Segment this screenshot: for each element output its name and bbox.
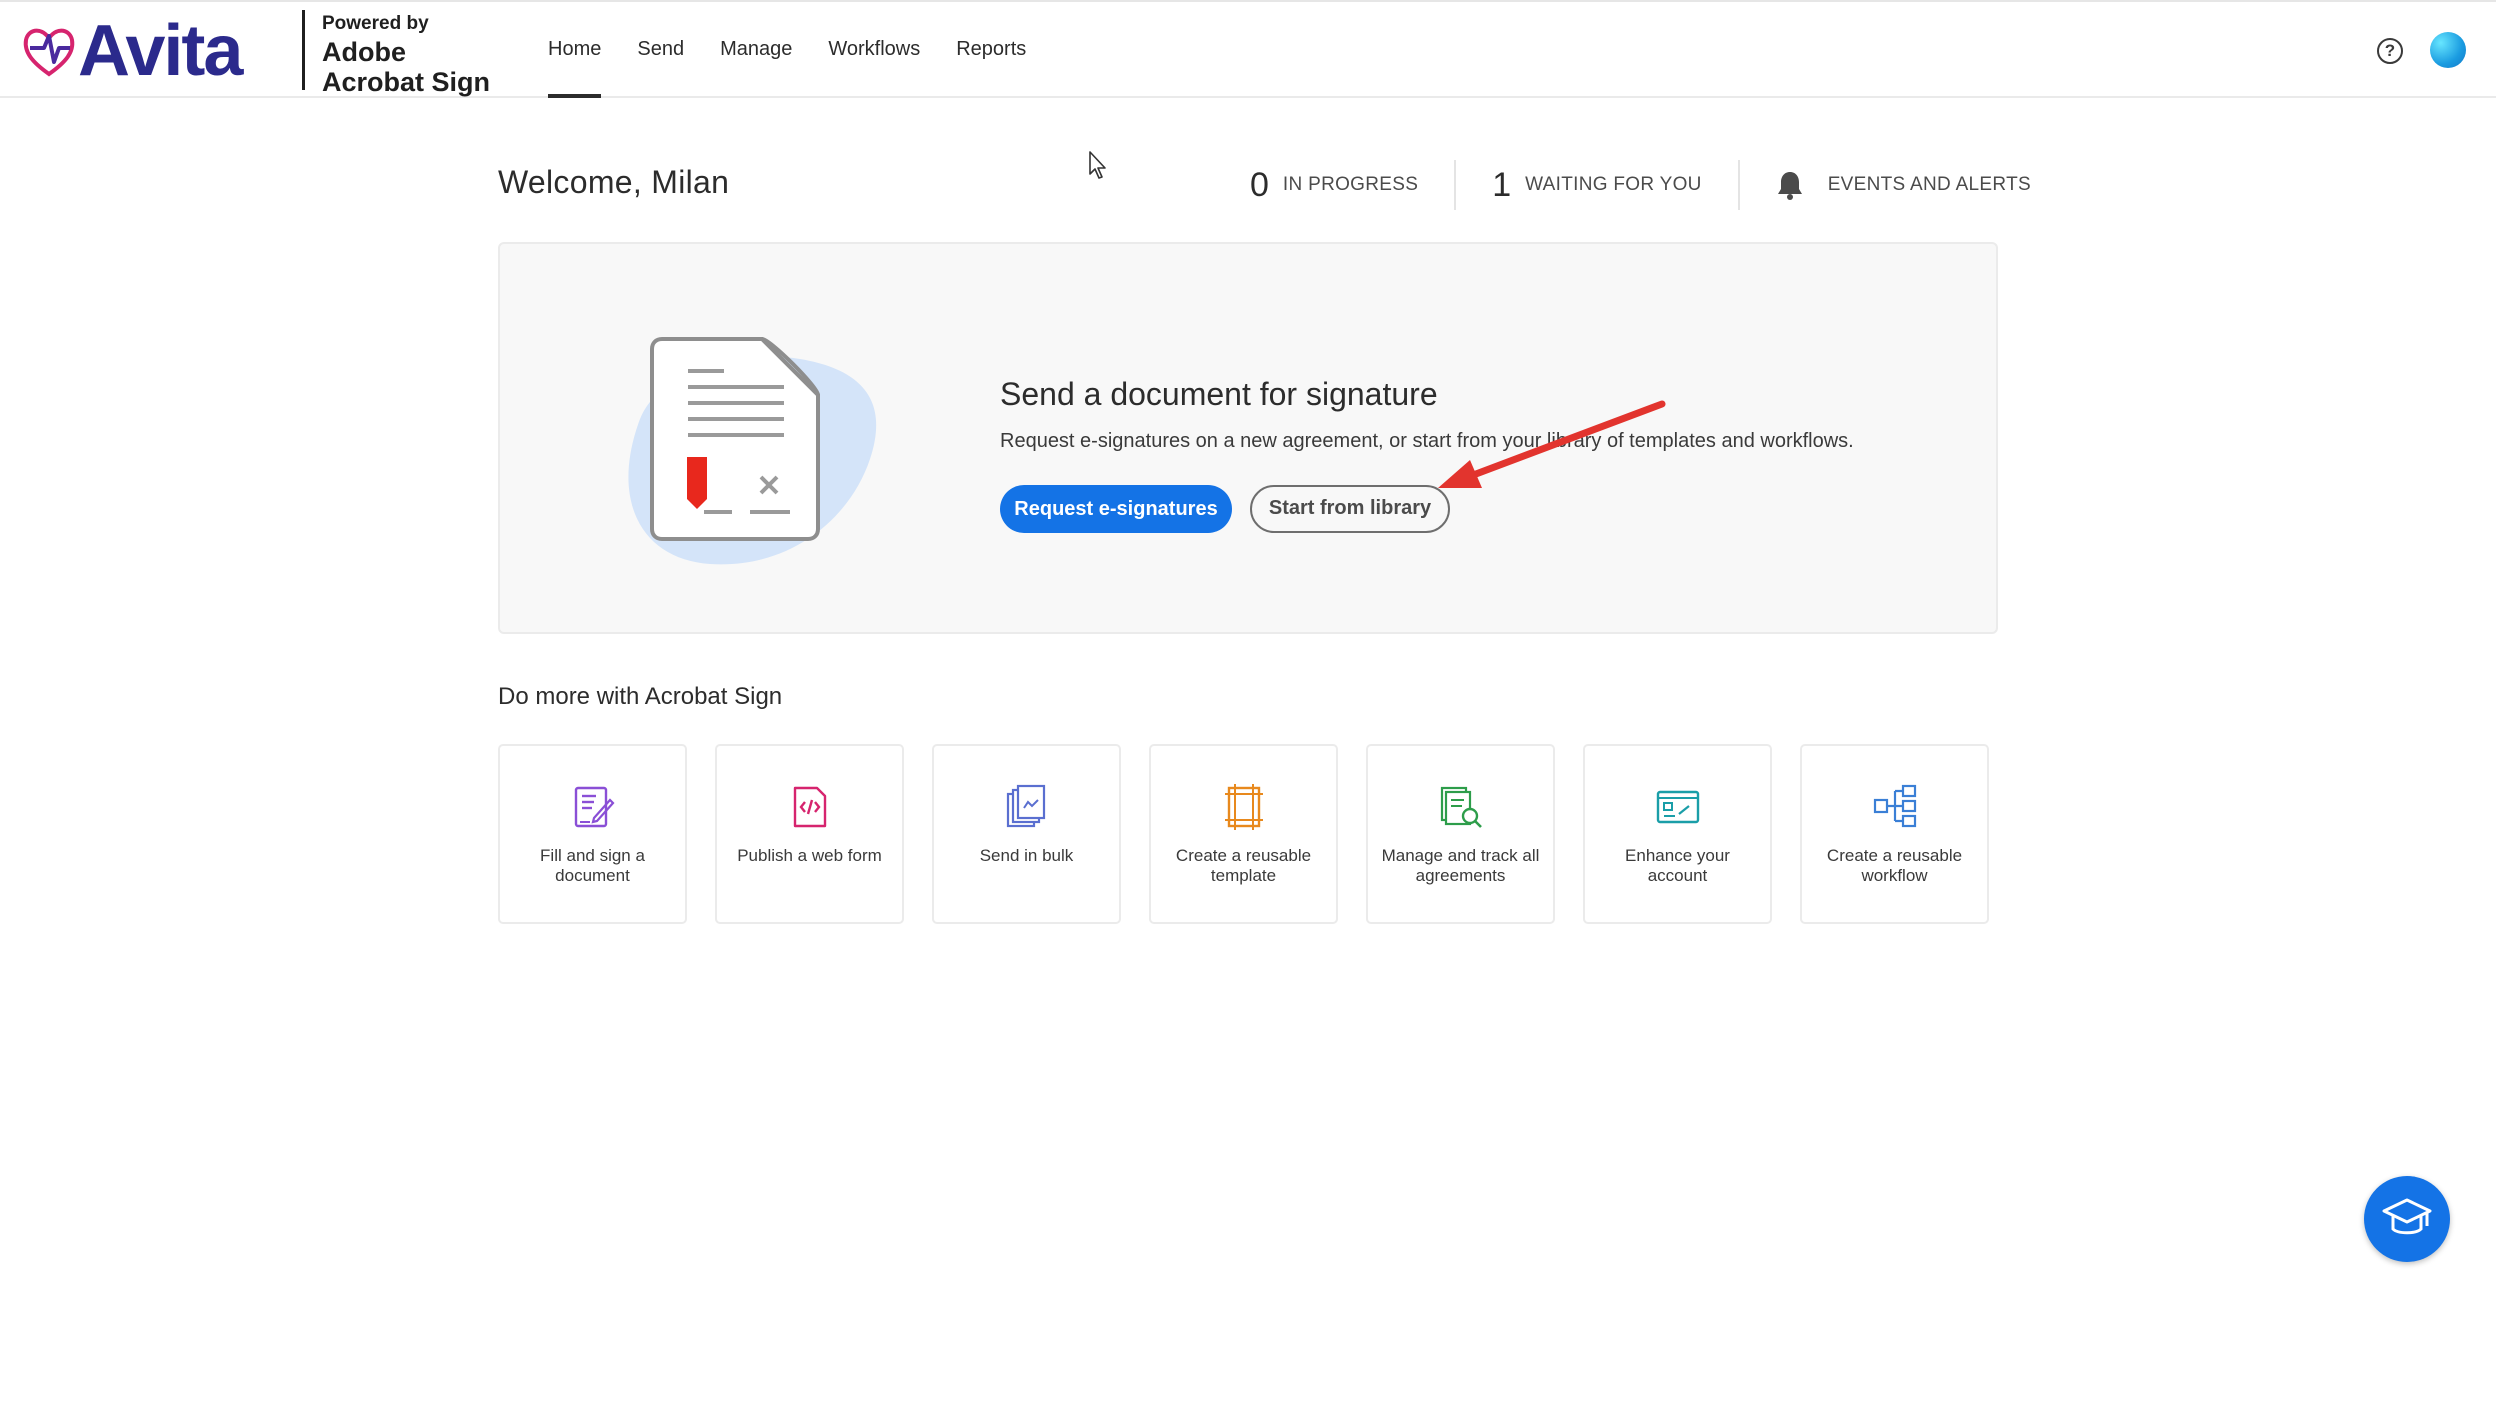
tile-label-line2: agreements <box>1415 866 1506 885</box>
top-header: Avita Powered by Adobe Acrobat Sign Home… <box>0 0 2496 98</box>
in-progress-count: 0 <box>1250 165 1269 204</box>
reusable-workflow-tile[interactable]: Create a reusable workflow <box>1800 744 1989 924</box>
tile-label: Fill and sign a document <box>510 846 675 886</box>
tile-label-line2: document <box>555 866 630 885</box>
adobe-text: Adobe <box>322 37 406 67</box>
nav-manage[interactable]: Manage <box>720 2 792 98</box>
tile-label: Publish a web form <box>727 846 892 866</box>
tile-label: Send in bulk <box>944 846 1109 866</box>
tile-label-line1: Fill and sign a <box>540 846 645 865</box>
send-bulk-icon <box>1006 784 1045 828</box>
waiting-label: WAITING FOR YOU <box>1525 174 1702 195</box>
enhance-account-tile[interactable]: Enhance your account <box>1583 744 1772 924</box>
avita-wordmark: Avita <box>78 11 243 91</box>
send-document-card: Send a document for signature Request e-… <box>498 242 1998 634</box>
main-nav: Home Send Manage Workflows Reports <box>548 2 1062 98</box>
do-more-heading: Do more with Acrobat Sign <box>498 683 783 710</box>
fill-sign-icon <box>574 786 615 828</box>
send-card-title: Send a document for signature <box>1000 376 1438 412</box>
tile-label-line2: workflow <box>1861 866 1928 885</box>
avita-logo[interactable]: Avita <box>22 11 243 91</box>
tile-label-line1: Create a reusable <box>1826 846 1963 865</box>
enhance-account-icon <box>1656 790 1699 824</box>
annotation-arrow <box>1438 400 1666 488</box>
waiting-count: 1 <box>1492 165 1512 204</box>
web-form-icon <box>793 786 826 828</box>
fill-sign-tile[interactable]: Fill and sign a document <box>498 744 687 924</box>
send-card-description: Request e-signatures on a new agreement,… <box>1000 430 1854 452</box>
user-avatar[interactable] <box>2430 32 2466 68</box>
tile-label-line1: Publish a web form <box>737 846 882 865</box>
tile-label: Manage and track all agreements <box>1378 846 1543 886</box>
in-progress-stat[interactable]: 0 IN PROGRESS <box>1250 160 1454 210</box>
waiting-for-you-stat[interactable]: 1 WAITING FOR YOU <box>1456 160 1737 210</box>
acrobat-sign-text: Acrobat Sign <box>322 67 491 97</box>
tile-label-line1: Send in bulk <box>979 846 1074 865</box>
mouse-cursor-icon <box>1089 151 1106 179</box>
tile-label: Create a reusable template <box>1161 846 1326 886</box>
manage-track-icon <box>1440 786 1482 828</box>
avita-heart-icon <box>23 28 75 77</box>
learning-center-button[interactable] <box>2364 1176 2450 1262</box>
document-illustration <box>628 337 877 565</box>
nav-send[interactable]: Send <box>637 2 684 98</box>
events-alerts-stat[interactable]: EVENTS AND ALERTS <box>1740 160 2067 210</box>
powered-by-adobe: Powered by Adobe Acrobat Sign <box>322 14 490 96</box>
template-icon <box>1224 784 1263 830</box>
nav-workflows[interactable]: Workflows <box>828 2 920 98</box>
welcome-heading: Welcome, Milan <box>498 164 730 200</box>
start-from-library-button[interactable]: Start from library <box>1250 485 1450 533</box>
manage-track-tile[interactable]: Manage and track all agreements <box>1366 744 1555 924</box>
tile-label-line2: template <box>1210 866 1277 885</box>
graduation-cap-icon <box>2382 1198 2432 1235</box>
powered-by-text: Powered by <box>322 13 429 34</box>
events-alerts-label: EVENTS AND ALERTS <box>1827 174 2031 195</box>
logo-divider <box>302 10 305 90</box>
do-more-tiles: Fill and sign a document Publish a web f… <box>498 744 2017 924</box>
in-progress-label: IN PROGRESS <box>1282 174 1419 195</box>
reusable-template-tile[interactable]: Create a reusable template <box>1149 744 1338 924</box>
nav-reports[interactable]: Reports <box>956 2 1026 98</box>
send-bulk-tile[interactable]: Send in bulk <box>932 744 1121 924</box>
request-esignatures-button[interactable]: Request e-signatures <box>1000 485 1232 533</box>
bell-icon <box>1777 172 1802 200</box>
tile-label: Create a reusable workflow <box>1812 846 1977 886</box>
tile-label-line2: account <box>1647 866 1708 885</box>
web-form-tile[interactable]: Publish a web form <box>715 744 904 924</box>
tile-label-line1: Manage and track all <box>1381 846 1540 865</box>
tile-label-line1: Create a reusable <box>1175 846 1312 865</box>
tile-label-line1: Enhance your <box>1625 846 1730 865</box>
workflow-icon <box>1873 784 1916 828</box>
tile-label: Enhance your account <box>1595 846 1760 886</box>
help-icon[interactable]: ? <box>2377 38 2403 64</box>
status-summary: 0 IN PROGRESS 1 WAITING FOR YOU EVENTS A… <box>1250 160 2067 210</box>
nav-home[interactable]: Home <box>548 2 602 98</box>
